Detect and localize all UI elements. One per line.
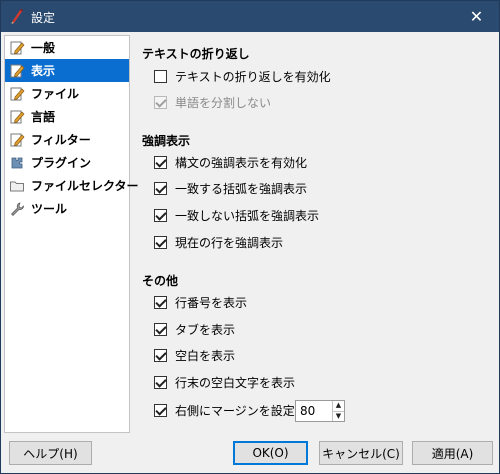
spin-down-icon[interactable]: ▼	[333, 410, 344, 422]
option-label: 一致する括弧を強調表示	[175, 181, 308, 196]
sidebar-item-language[interactable]: 言語	[5, 105, 129, 128]
option-label: 構文の強調表示を有効化	[175, 155, 308, 170]
option-no-word-split[interactable]: 単語を分割しない	[154, 93, 271, 111]
checkbox[interactable]	[154, 155, 167, 169]
option-label: 行番号を表示	[175, 295, 248, 310]
sidebar-item-label: 表示	[31, 64, 56, 78]
close-icon: ✕	[469, 7, 484, 26]
option-show-whitespace[interactable]: 空白を表示	[154, 346, 235, 364]
folder-icon	[10, 181, 24, 191]
checkbox[interactable]	[154, 322, 167, 336]
sidebar-item-file-selector[interactable]: ファイルセレクター	[5, 174, 139, 197]
checkbox[interactable]	[154, 348, 167, 362]
checkbox[interactable]	[154, 181, 167, 195]
option-right-margin[interactable]: 右側にマージンを設定 列	[154, 401, 311, 419]
option-current-line[interactable]: 現在の行を強調表示	[154, 233, 283, 251]
cancel-button[interactable]: キャンセル(C)	[319, 441, 403, 465]
option-label: 行末の空白文字を表示	[175, 375, 296, 390]
edit-icon	[10, 64, 25, 77]
option-syntax-highlight[interactable]: 構文の強調表示を有効化	[154, 153, 307, 171]
sidebar-item-label: ファイルセレクター	[31, 179, 139, 193]
edit-icon	[10, 41, 25, 54]
sidebar-item-label: ツール	[31, 202, 68, 216]
option-unmatched-brackets[interactable]: 一致しない括弧を強調表示	[154, 206, 319, 224]
ok-button[interactable]: OK(O)	[233, 441, 308, 465]
sidebar-item-label: プラグイン	[31, 156, 92, 170]
edit-icon	[10, 87, 25, 100]
sidebar-item-label: 言語	[31, 110, 56, 124]
settings-sidebar: 一般 表示 ファイル 言語 フィルター プラグイン ファイルセレクター ツール	[4, 35, 139, 433]
sidebar-item-tools[interactable]: ツール	[5, 197, 129, 220]
section-title-wrap: テキストの折り返し	[142, 47, 250, 61]
checkbox[interactable]	[154, 295, 167, 309]
spin-arrows: ▲ ▼	[332, 401, 344, 421]
option-label: 現在の行を強調表示	[175, 235, 284, 250]
checkbox[interactable]	[154, 403, 167, 417]
settings-window: 設定 ✕ 一般 表示 ファイル 言語 フィルター プラグイン ファイルセレクター…	[0, 0, 500, 474]
wrench-icon	[11, 202, 24, 216]
close-button[interactable]: ✕	[454, 1, 499, 32]
section-title-highlight: 強調表示	[142, 134, 191, 148]
option-label: 空白を表示	[175, 348, 236, 363]
sidebar-item-label: フィルター	[31, 133, 91, 147]
option-show-tabs[interactable]: タブを表示	[154, 320, 235, 338]
option-label: タブを表示	[175, 322, 236, 337]
option-matching-brackets[interactable]: 一致する括弧を強調表示	[154, 179, 307, 197]
sidebar-item-file[interactable]: ファイル	[5, 82, 129, 105]
checkbox[interactable]	[154, 69, 167, 83]
sidebar-item-label: 一般	[31, 41, 56, 55]
spin-up-icon[interactable]: ▲	[333, 401, 344, 411]
puzzle-icon	[11, 157, 23, 168]
checkbox[interactable]	[154, 375, 167, 389]
option-enable-wrap[interactable]: テキストの折り返しを有効化	[154, 67, 331, 85]
margin-column-value[interactable]: 80	[296, 401, 332, 421]
section-title-other: その他	[142, 274, 179, 288]
settings-panel: テキストの折り返し テキストの折り返しを有効化 単語を分割しない 強調表示 構文…	[135, 35, 497, 433]
sidebar-item-display[interactable]: 表示	[5, 59, 129, 82]
option-label: 一致しない括弧を強調表示	[175, 208, 320, 223]
option-label: テキストの折り返しを有効化	[175, 69, 331, 84]
option-label: 右側にマージンを設定 列	[175, 403, 311, 418]
sidebar-item-general[interactable]: 一般	[5, 36, 129, 59]
title-bar: 設定 ✕	[1, 1, 499, 32]
help-button[interactable]: ヘルプ(H)	[9, 441, 92, 465]
pen-icon	[11, 8, 23, 24]
window-title: 設定	[31, 11, 56, 25]
checkbox[interactable]	[154, 208, 167, 222]
sidebar-item-label: ファイル	[31, 87, 80, 101]
edit-icon	[10, 133, 25, 146]
option-label: 単語を分割しない	[175, 95, 272, 110]
sidebar-item-filter[interactable]: フィルター	[5, 128, 129, 151]
checkbox[interactable]	[154, 235, 167, 249]
checkbox[interactable]	[154, 95, 167, 109]
margin-column-spinbox[interactable]: 80 ▲ ▼	[295, 400, 345, 422]
apply-button[interactable]: 適用(A)	[412, 441, 493, 465]
option-line-numbers[interactable]: 行番号を表示	[154, 293, 247, 311]
sidebar-item-plugins[interactable]: プラグイン	[5, 151, 129, 174]
edit-icon	[10, 110, 25, 123]
option-trailing-whitespace[interactable]: 行末の空白文字を表示	[154, 373, 295, 391]
